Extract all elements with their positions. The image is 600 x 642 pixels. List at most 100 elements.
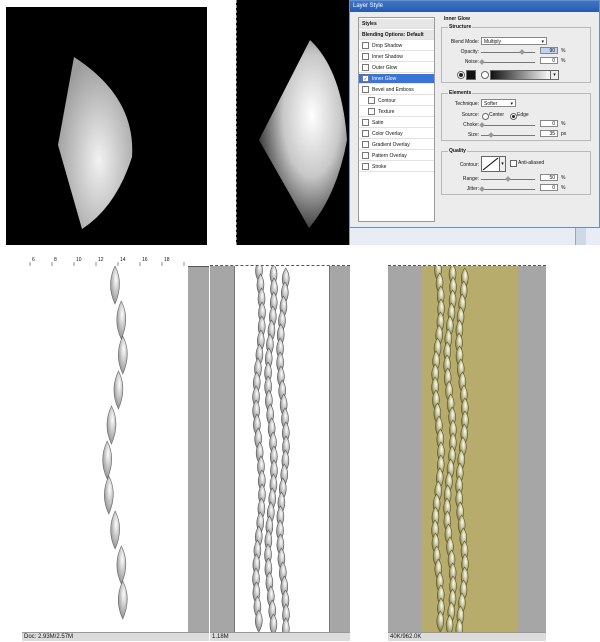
ruler-tick-label: 18 (164, 257, 170, 263)
ruler-tick-label: 16 (142, 257, 148, 263)
size-label: Size: (467, 132, 479, 138)
petal-shape (110, 510, 120, 550)
style-item-label: Texture (378, 109, 395, 115)
style-item-label: Gradient Overlay (372, 142, 410, 148)
style-checkbox[interactable] (362, 64, 369, 72)
chevron-down-icon: ▾ (541, 39, 544, 45)
style-checkbox[interactable] (368, 108, 375, 116)
opacity-unit: % (561, 48, 566, 54)
doc-window-2: 1.18M (210, 259, 350, 641)
style-item-label: Color Overlay (372, 131, 403, 137)
style-checkbox[interactable]: ✓ (362, 75, 369, 83)
style-checkbox[interactable] (362, 141, 369, 149)
style-item-styles[interactable]: Styles (359, 19, 434, 29)
canvas-flat-petal[interactable] (6, 7, 207, 245)
quality-title: Quality (448, 148, 467, 154)
dense-petal-chain (252, 259, 290, 641)
ruler-ticks (29, 262, 185, 266)
jitter-label: Jitter: (466, 186, 479, 192)
opacity-input[interactable]: 90 (540, 47, 558, 54)
style-item-blending-options-default[interactable]: Blending Options: Default (359, 30, 434, 40)
source-edge-radio[interactable] (510, 113, 517, 120)
style-item-drop-shadow[interactable]: Drop Shadow (359, 41, 434, 51)
choke-label: Choke: (463, 122, 479, 128)
source-center-radio[interactable] (482, 113, 489, 120)
gradient-swatch[interactable] (490, 70, 552, 80)
style-checkbox[interactable] (362, 119, 369, 127)
size-unit: px (561, 131, 567, 137)
glow-color-swatch[interactable] (466, 70, 476, 80)
source-center-label: Center (489, 112, 505, 118)
jitter-slider[interactable] (481, 189, 535, 190)
styles-list: Styles Blending Options: Default Drop Shad… (358, 17, 435, 222)
choke-slider[interactable] (481, 125, 535, 126)
petal-shape (113, 370, 124, 410)
contour-picker[interactable] (481, 156, 501, 172)
style-item-bevel-and-emboss[interactable]: Bevel and Emboss (359, 85, 434, 95)
petal-shape (106, 405, 117, 445)
noise-unit: % (561, 58, 566, 64)
style-item-inner-shadow[interactable]: Inner Shadow (359, 52, 434, 62)
style-item-label: Drop Shadow (372, 43, 403, 49)
source-edge-label: Edge (517, 112, 529, 118)
noise-input[interactable]: 0 (540, 57, 558, 64)
style-item-label: Bevel and Emboss (372, 87, 414, 93)
style-item-pattern-overlay[interactable]: Pattern Overlay (359, 151, 434, 161)
layer-style-dialog: Layer Style Styles Blending Options: Defa… (349, 0, 600, 228)
style-checkbox[interactable] (362, 130, 369, 138)
gradient-dropdown-icon[interactable]: ▾ (550, 70, 559, 80)
style-checkbox[interactable] (362, 53, 369, 61)
technique-label: Technique: (454, 101, 479, 107)
style-item-contour[interactable]: Contour (359, 96, 434, 106)
style-checkbox[interactable] (362, 152, 369, 160)
doc-size-status: 1.18M (210, 632, 350, 641)
background-window-strip (349, 228, 600, 245)
blend-mode-select[interactable]: Multiply ▾ (481, 37, 547, 45)
doc-window-1: 6 8 10 12 14 16 18 Doc: 2.93M/2.57M (22, 257, 209, 641)
elements-title: Elements (448, 90, 473, 96)
chain-canvas-3[interactable] (422, 259, 518, 641)
technique-value: Softer (484, 101, 498, 107)
anti-aliased-checkbox[interactable] (510, 160, 517, 167)
gradient-radio[interactable] (481, 71, 489, 79)
chain-canvas-2[interactable] (234, 259, 330, 641)
petal-shape (116, 545, 127, 585)
ruler-tick-label: 6 (32, 257, 35, 263)
style-item-stroke[interactable]: Stroke (359, 162, 434, 172)
style-item-label: Satin (372, 120, 384, 126)
anti-aliased-label: Anti-aliased (518, 160, 545, 166)
choke-input[interactable]: 0 (540, 120, 558, 127)
style-item-inner-glow[interactable]: ✓ Inner Glow (359, 74, 434, 84)
style-checkbox[interactable] (362, 86, 369, 94)
doc-size-status: 40K/962.0K (388, 632, 546, 641)
blend-mode-label: Blend Mode: (450, 39, 479, 45)
petal-shape (102, 440, 112, 480)
style-item-satin[interactable]: Satin (359, 118, 434, 128)
contour-label: Contour: (459, 162, 479, 168)
technique-select[interactable]: Softer ▾ (481, 99, 516, 107)
jitter-input[interactable]: 0 (540, 184, 558, 191)
flat-petal-shape (58, 57, 133, 229)
canvas-inner-glow-petal[interactable] (236, 0, 349, 245)
chain-canvas-1[interactable] (22, 265, 188, 632)
range-input[interactable]: 50 (540, 174, 558, 181)
contour-dropdown-icon[interactable]: ▾ (499, 156, 506, 172)
style-item-texture[interactable]: Texture (359, 107, 434, 117)
style-checkbox[interactable] (362, 163, 369, 171)
style-checkbox[interactable] (368, 97, 375, 105)
style-item-gradient-overlay[interactable]: Gradient Overlay (359, 140, 434, 150)
style-item-color-overlay[interactable]: Color Overlay (359, 129, 434, 139)
style-checkbox[interactable] (362, 42, 369, 50)
style-item-label: Outer Glow (372, 65, 398, 71)
source-label: Source: (461, 112, 479, 118)
glow-petal-shape (259, 40, 347, 228)
noise-slider[interactable] (481, 62, 535, 63)
style-item-label: Blending Options: Default (362, 32, 424, 38)
solid-color-radio[interactable] (457, 71, 465, 79)
dialog-title[interactable]: Layer Style (350, 1, 599, 12)
opacity-slider[interactable] (481, 52, 535, 53)
structure-title: Structure (448, 24, 473, 30)
blend-mode-value: Multiply (484, 39, 501, 45)
style-item-outer-glow[interactable]: Outer Glow (359, 63, 434, 73)
size-input[interactable]: 35 (540, 130, 558, 137)
